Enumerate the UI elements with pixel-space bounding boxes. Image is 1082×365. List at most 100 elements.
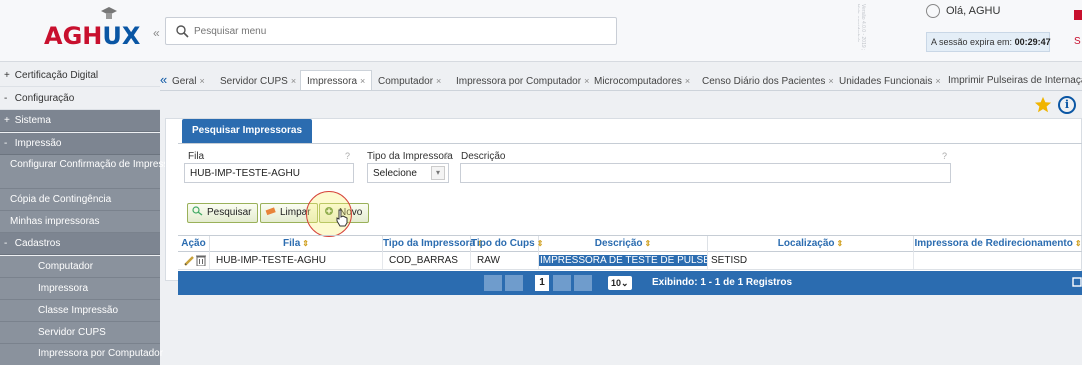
pesquisar-button[interactable]: Pesquisar — [187, 203, 259, 223]
tab-impressora[interactable]: Impressora × — [300, 70, 373, 90]
session-timer: A sessão expira em: 00:29:47 — [926, 32, 1051, 52]
close-icon[interactable]: × — [685, 76, 690, 86]
first-page-button[interactable] — [484, 275, 502, 291]
fila-input[interactable]: HUB-IMP-TESTE-AGHU — [184, 163, 354, 183]
tab-imprimir-pulseiras[interactable]: Imprimir Pulseiras de Internação — [942, 71, 1082, 90]
tab-bar: « Geral × Servidor CUPS × Impressora × Comp… — [160, 67, 1082, 91]
edit-icon[interactable] — [184, 255, 195, 266]
col-fila[interactable]: Fila ⇕ — [210, 236, 383, 252]
tab-geral[interactable]: Geral × — [166, 71, 211, 90]
sidebar-item-label: Impressora por Computador — [38, 348, 164, 359]
search-button-icon — [192, 206, 203, 216]
cell-redirecionamento — [914, 252, 1082, 269]
sidebar-item-label: Servidor CUPS — [38, 327, 106, 338]
sidebar-item-label: Sistema — [14, 115, 51, 126]
table-header: Ação Fila ⇕ Tipo da Impressora ⇕ Tipo do C… — [178, 235, 1082, 252]
search-icon — [176, 25, 189, 38]
sidebar-item-classe-impressao[interactable]: Classe Impressão — [0, 300, 160, 322]
sidebar-item-label: Classe Impressão — [38, 305, 119, 316]
page-size-select[interactable]: 10⌄ — [608, 276, 632, 290]
top-header: AGHUX « Versão 4.0.0 - 2019 ; Hub: servi… — [0, 0, 1082, 62]
session-label: A sessão expira em: — [931, 37, 1013, 47]
sidebar-item-certificacao[interactable]: + Certificação Digital — [0, 65, 160, 87]
cell-fila: HUB-IMP-TESTE-AGHU — [210, 252, 383, 269]
star-icon[interactable] — [1034, 96, 1052, 114]
user-greeting: Olá, AGHU — [946, 5, 1001, 17]
fila-label: Fila — [188, 151, 205, 162]
chevron-down-icon: ⌄ — [621, 278, 629, 288]
collapse-sidebar-button[interactable]: « — [153, 26, 160, 40]
col-acao: Ação — [178, 236, 210, 252]
menu-search-input[interactable] — [194, 23, 594, 39]
close-icon[interactable]: × — [436, 76, 441, 86]
menu-search-box[interactable] — [165, 17, 617, 45]
pointer-cursor-icon — [336, 209, 348, 227]
col-impressora-redirecionamento[interactable]: Impressora de Redirecionamento ⇕ — [914, 236, 1082, 252]
cell-tipo-impressora: COD_BARRAS — [383, 252, 471, 269]
tab-microcomputadores[interactable]: Microcomputadores × — [588, 71, 696, 90]
tab-impressora-por-computador[interactable]: Impressora por Computador × — [450, 71, 595, 90]
refresh-icon[interactable] — [1072, 276, 1082, 288]
tab-censo-diario[interactable]: Censo Diário dos Pacientes × — [696, 71, 840, 90]
sidebar-item-label: Impressão — [14, 138, 62, 149]
col-tipo-cups[interactable]: Tipo do Cups ⇕ — [471, 236, 543, 252]
user-icon — [926, 4, 940, 18]
sidebar-item-impressao[interactable]: - Impressão — [0, 133, 160, 155]
sidebar-item-impressora[interactable]: Impressora — [0, 278, 160, 300]
sidebar-item-configurar-confirmacao[interactable]: Configurar Confirmação de Impressão — [0, 155, 180, 189]
graduation-cap-icon — [101, 7, 117, 19]
close-icon[interactable]: × — [360, 76, 365, 86]
sidebar-item-servidor-cups[interactable]: Servidor CUPS — [0, 322, 160, 344]
delete-icon[interactable] — [196, 254, 206, 266]
sort-icon: ⇕ — [836, 239, 844, 248]
col-tipo-impressora[interactable]: Tipo da Impressora ⇕ — [383, 236, 484, 252]
prev-page-button[interactable] — [505, 275, 523, 291]
close-icon[interactable]: × — [291, 76, 296, 86]
sidebar-item-cadastros[interactable]: - Cadastros — [0, 233, 160, 255]
paginator: 1 10⌄ Exibindo: 1 - 1 de 1 Registros — [178, 271, 1082, 295]
logo-text: AGHUX — [44, 22, 141, 50]
sidebar-item-impressora-por-computador[interactable]: Impressora por Computador — [0, 344, 164, 365]
sidebar-item-label: Minhas impressoras — [10, 216, 100, 227]
sidebar-item-configuracao[interactable]: - Configuração — [0, 88, 160, 110]
sidebar-item-label: Computador — [38, 261, 94, 272]
descricao-input[interactable] — [460, 163, 951, 183]
sidebar-item-label: Impressora — [38, 283, 89, 294]
sidebar-item-label: Cadastros — [14, 238, 61, 249]
sort-icon: ⇕ — [1074, 239, 1082, 248]
chevron-down-icon[interactable]: ▾ — [431, 166, 445, 180]
sidebar-item-computador[interactable]: Computador — [0, 256, 160, 278]
page-number[interactable]: 1 — [535, 275, 549, 291]
exit-icon[interactable] — [1074, 10, 1082, 20]
sort-icon: ⇕ — [644, 239, 652, 248]
next-page-button[interactable] — [553, 275, 571, 291]
version-watermark: Versão 4.0.0 - 2019 ; Hub: servidorhub — [858, 4, 866, 51]
col-descricao[interactable]: Descrição ⇕ — [539, 236, 708, 252]
fila-help-icon: ? — [345, 151, 351, 161]
tab-unidades-funcionais[interactable]: Unidades Funcionais × — [833, 71, 947, 90]
clear-icon — [265, 207, 276, 216]
exit-label[interactable]: S — [1074, 36, 1081, 47]
session-time: 00:29:47 — [1014, 37, 1051, 47]
cell-tipo-cups: RAW — [471, 252, 539, 269]
tab-computador[interactable]: Computador × — [372, 71, 447, 90]
app-logo[interactable]: AGHUX — [10, 2, 150, 60]
selected-text: IMPRESSORA DE TESTE DE PULSEIRAS A — [539, 255, 707, 266]
last-page-button[interactable] — [574, 275, 592, 291]
close-icon[interactable]: × — [935, 76, 940, 86]
table-row[interactable]: HUB-IMP-TESTE-AGHU COD_BARRAS RAW IMPRES… — [178, 252, 1082, 270]
cell-localizacao: SETISD — [708, 252, 914, 269]
sidebar: + Certificação Digital - Configuração + … — [0, 63, 180, 365]
descricao-help-icon: ? — [942, 151, 948, 161]
info-icon[interactable]: i — [1058, 96, 1076, 114]
sidebar-item-sistema[interactable]: + Sistema — [0, 110, 160, 132]
descricao-label: Descrição — [461, 151, 506, 162]
sidebar-item-copia-contingencia[interactable]: Cópia de Contingência — [0, 189, 160, 211]
sidebar-item-minhas-impressoras[interactable]: Minhas impressoras — [0, 211, 160, 233]
col-localizacao[interactable]: Localização ⇕ — [708, 236, 914, 252]
tab-servidor-cups[interactable]: Servidor CUPS × — [214, 71, 302, 90]
sidebar-item-label: Configurar Confirmação de Impressão — [10, 159, 180, 170]
search-section-title: Pesquisar Impressoras — [182, 119, 313, 143]
close-icon[interactable]: × — [199, 76, 204, 86]
records-info: Exibindo: 1 - 1 de 1 Registros — [652, 277, 793, 288]
